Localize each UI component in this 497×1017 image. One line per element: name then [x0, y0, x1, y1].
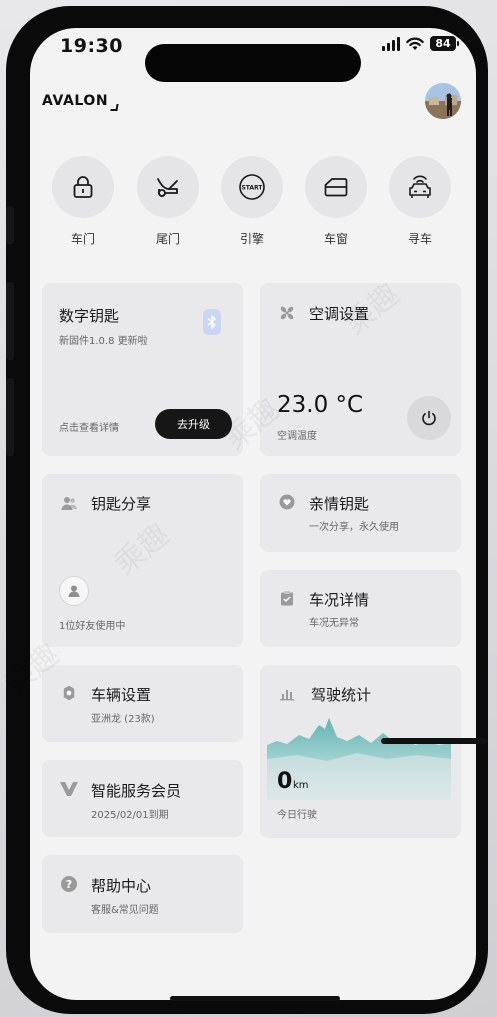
- quick-action-find-car[interactable]: 寻车: [389, 156, 451, 247]
- clipboard-icon: [281, 591, 293, 606]
- avatar-photo: [425, 83, 461, 119]
- wifi-icon: [406, 37, 424, 50]
- find-car-icon: [409, 175, 431, 198]
- volume-down-button: [6, 378, 14, 456]
- signal-icon: [382, 36, 400, 51]
- help-center-title: 帮助中心: [91, 877, 152, 895]
- vehicle-settings-title: 车辆设置: [91, 686, 152, 704]
- vehicle-switch-caret-icon[interactable]: [110, 104, 119, 111]
- overlay-bar: [381, 738, 488, 744]
- ac-temperature-label: 空调温度: [277, 431, 317, 442]
- action-button: [6, 206, 14, 244]
- quick-action-label: 引擎: [239, 232, 264, 246]
- dynamic-island: [145, 44, 361, 82]
- trunk-icon: [157, 178, 178, 197]
- friend-avatar: [59, 576, 89, 606]
- driving-stats-title: 驾驶统计: [311, 686, 372, 704]
- quick-action-label: 尾门: [155, 232, 180, 246]
- quick-action-door[interactable]: 车门: [52, 156, 114, 247]
- bluetooth-badge: [203, 309, 221, 335]
- home-indicator[interactable]: [170, 996, 340, 1001]
- quick-action-label: 车门: [70, 232, 95, 246]
- upgrade-button[interactable]: 去升级: [155, 409, 232, 439]
- status-icons: 84: [382, 36, 459, 51]
- quick-action-circle[interactable]: [389, 156, 451, 218]
- lock-icon: [73, 176, 93, 198]
- vehicle-brand[interactable]: AVALON: [42, 93, 108, 109]
- status-time: 19:30: [60, 35, 123, 57]
- quick-action-circle[interactable]: START: [221, 156, 283, 218]
- heart-icon: [279, 494, 295, 510]
- firmware-update-text: 新固件1.0.8 更新啦: [59, 336, 148, 347]
- quick-action-window[interactable]: 车窗: [305, 156, 367, 247]
- user-avatar[interactable]: [425, 83, 461, 119]
- svg-text:START: START: [241, 185, 263, 192]
- power-icon: [422, 410, 436, 426]
- person-icon: [68, 585, 80, 597]
- key-share-title: 钥匙分享: [91, 495, 152, 513]
- window-icon: [324, 178, 348, 197]
- engine-start-icon: START: [239, 174, 265, 200]
- fan-icon: [280, 306, 294, 320]
- quick-action-label: 车窗: [323, 232, 348, 246]
- quick-action-label: 寻车: [407, 232, 432, 246]
- vehicle-status-title: 车况详情: [309, 591, 370, 609]
- users-icon: [61, 497, 77, 510]
- bluetooth-icon: [207, 315, 216, 329]
- ac-power-button[interactable]: [407, 396, 451, 440]
- view-details-link[interactable]: 点击查看详情: [59, 419, 119, 434]
- vehicle-model-text: 亚洲龙 (23款): [91, 714, 155, 725]
- today-driving-label: 今日行驶: [277, 810, 317, 821]
- driving-distance-value: 0: [277, 769, 293, 794]
- quick-action-circle[interactable]: [305, 156, 367, 218]
- family-key-subtitle: 一次分享，永久使用: [309, 522, 399, 533]
- friends-using-text: 1位好友使用中: [59, 621, 126, 632]
- bar-chart-icon: [280, 690, 294, 701]
- vehicle-status-subtitle: 车况无异常: [309, 618, 359, 629]
- battery-indicator: 84: [430, 36, 459, 51]
- membership-title: 智能服务会员: [91, 782, 182, 800]
- membership-expiry: 2025/02/01到期: [91, 810, 169, 821]
- quick-action-circle[interactable]: [52, 156, 114, 218]
- quick-action-trunk[interactable]: 尾门: [137, 156, 199, 247]
- membership-v-icon: [60, 782, 78, 796]
- quick-action-circle[interactable]: [137, 156, 199, 218]
- quick-action-engine[interactable]: START 引擎: [221, 156, 283, 247]
- volume-up-button: [6, 282, 14, 360]
- driving-distance-unit: km: [293, 780, 309, 791]
- ac-settings-title: 空调设置: [309, 305, 370, 323]
- family-key-title: 亲情钥匙: [309, 495, 370, 513]
- help-center-subtitle: 客服&常见问题: [91, 905, 159, 916]
- digital-key-title: 数字钥匙: [59, 307, 120, 325]
- help-icon: ?: [61, 876, 77, 892]
- settings-gear-icon: [63, 685, 75, 701]
- ac-temperature: 23.0 °C: [277, 392, 364, 418]
